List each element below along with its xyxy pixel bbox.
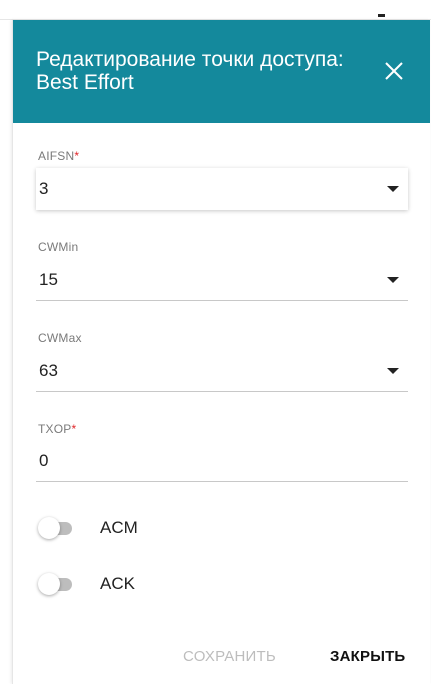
required-mark: *: [74, 149, 80, 163]
ack-toggle-thumb: [38, 573, 60, 595]
dialog-title: Редактирование точки доступа: Best Effor…: [36, 48, 344, 94]
aifsn-value: 3: [39, 179, 49, 198]
cwmin-label: CWMin: [38, 240, 79, 254]
ack-label: ACK: [100, 574, 135, 593]
acm-toggle-thumb: [38, 517, 60, 539]
edit-access-point-dialog: Редактирование точки доступа: Best Effor…: [12, 20, 430, 684]
txop-input[interactable]: [36, 441, 408, 482]
close-button[interactable]: ЗАКРЫТЬ: [330, 648, 405, 665]
close-icon[interactable]: [380, 57, 408, 85]
cwmax-label: CWMax: [38, 331, 82, 345]
background-fragment: [378, 14, 385, 17]
acm-toggle[interactable]: ACM: [38, 514, 178, 544]
acm-label: ACM: [100, 518, 138, 537]
cwmax-value: 63: [39, 361, 58, 380]
background-strip: [0, 0, 431, 20]
save-button[interactable]: СОХРАНИТЬ: [183, 648, 276, 665]
txop-label: TXOP*: [38, 422, 77, 436]
dialog-header: Редактирование точки доступа: Best Effor…: [13, 20, 430, 123]
caret-down-icon: [387, 186, 399, 192]
caret-down-icon: [387, 368, 399, 374]
ack-toggle[interactable]: ACK: [38, 570, 178, 600]
required-mark: *: [71, 422, 77, 436]
aifsn-select[interactable]: 3: [36, 168, 408, 210]
cwmin-select[interactable]: 15: [36, 259, 408, 301]
screen: Редактирование точки доступа: Best Effor…: [0, 0, 431, 684]
cwmin-value: 15: [39, 270, 58, 289]
cwmax-select[interactable]: 63: [36, 350, 408, 392]
caret-down-icon: [387, 277, 399, 283]
aifsn-label: AIFSN*: [38, 149, 80, 163]
